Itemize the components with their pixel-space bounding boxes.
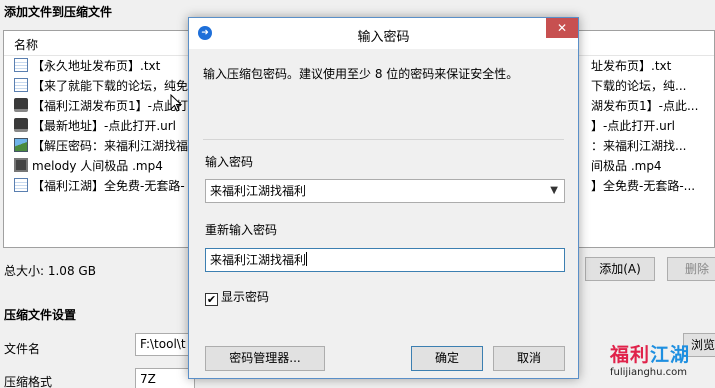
file-name: 【福利江湖】全免费-无套路- [32, 179, 185, 193]
list-item-right[interactable]: 】-点此打开.url [591, 116, 715, 136]
list-item[interactable]: 【来了就能下载的论坛，纯免费 [14, 76, 200, 96]
url-file-icon [14, 118, 28, 132]
dialog-titlebar[interactable]: ➜ 输入密码 ✕ [189, 18, 578, 49]
password-value: 来福利江湖找福利 [210, 184, 307, 198]
text-caret [306, 252, 308, 266]
format-label: 压缩格式 [4, 375, 53, 388]
filename-label: 文件名 [4, 342, 41, 356]
list-item-right[interactable]: ：来福利江湖找... [591, 136, 715, 156]
file-name: 【解压密码：来福利江湖找福利 [32, 139, 201, 153]
cancel-button[interactable]: 取消 [493, 346, 565, 371]
text-file-icon [14, 58, 28, 72]
password-label: 输入密码 [205, 155, 254, 169]
list-item[interactable]: 【福利江湖】全免费-无套路- [14, 176, 185, 196]
column-header-name[interactable]: 名称 [14, 36, 38, 53]
password-combobox[interactable]: 来福利江湖找福利 ▼ [205, 179, 565, 203]
list-item-right[interactable]: 湖发布页1】-点此... [591, 96, 715, 116]
show-password-checkbox[interactable]: ✔ 显示密码 [205, 290, 269, 306]
dialog-description: 输入压缩包密码。建议使用至少 8 位的密码来保证安全性。 [203, 67, 519, 81]
ok-button[interactable]: 确定 [411, 346, 483, 371]
filename-input[interactable]: F:\tool\t [135, 333, 195, 356]
list-item[interactable]: melody 人间极品 .mp4 [14, 156, 163, 176]
list-item[interactable]: 【最新地址】-点此打开.url [14, 116, 176, 136]
text-file-icon [14, 78, 28, 92]
repeat-password-value: 来福利江湖找福利 [210, 253, 307, 267]
settings-title: 压缩文件设置 [4, 308, 77, 322]
password-dialog: ➜ 输入密码 ✕ 输入压缩包密码。建议使用至少 8 位的密码来保证安全性。 输入… [188, 17, 579, 379]
watermark-url: fulijianghu.com [610, 367, 687, 378]
add-to-archive-title: 添加文件到压缩文件 [4, 5, 113, 19]
image-file-icon [14, 138, 28, 152]
text-file-icon [14, 178, 28, 192]
add-button[interactable]: 添加(A) [585, 257, 655, 281]
watermark-logo: 福利江湖 [610, 344, 691, 366]
file-name: melody 人间极品 .mp4 [32, 159, 163, 173]
format-select[interactable]: 7Z [135, 368, 195, 388]
list-item[interactable]: 【解压密码：来福利江湖找福利 [14, 136, 200, 156]
close-icon[interactable]: ✕ [546, 18, 578, 38]
delete-button[interactable]: 删除 [667, 257, 715, 281]
total-size: 总大小: 1.08 GB [4, 264, 96, 278]
file-name: 【永久地址发布页】.txt [32, 59, 161, 73]
divider [203, 139, 564, 140]
list-item[interactable]: 【永久地址发布页】.txt [14, 56, 160, 76]
chevron-down-icon[interactable]: ▼ [550, 180, 558, 202]
show-password-label: 显示密码 [221, 290, 270, 304]
watermark: 福利江湖 fulijianghu.com [610, 340, 710, 378]
file-name: 【来了就能下载的论坛，纯免费 [32, 79, 201, 93]
repeat-password-label: 重新输入密码 [205, 223, 278, 237]
dialog-title: 输入密码 [357, 30, 410, 45]
list-item-right[interactable]: 间极品 .mp4 [591, 156, 715, 176]
video-file-icon [14, 158, 28, 172]
list-item-right[interactable]: 下载的论坛，纯... [591, 76, 715, 96]
mouse-cursor-icon [170, 94, 182, 112]
file-name: 【最新地址】-点此打开.url [32, 119, 177, 133]
checkmark-icon[interactable]: ✔ [205, 293, 218, 306]
repeat-password-input[interactable]: 来福利江湖找福利 [205, 248, 565, 272]
password-manager-button[interactable]: 密码管理器... [205, 346, 325, 371]
list-item-right[interactable]: 址发布页】.txt [591, 56, 715, 76]
list-item-right[interactable]: 】全免费-无套路-... [591, 176, 715, 196]
url-file-icon [14, 98, 28, 112]
